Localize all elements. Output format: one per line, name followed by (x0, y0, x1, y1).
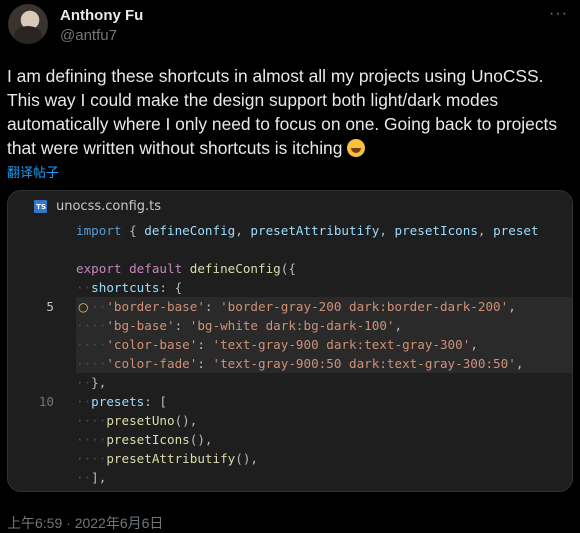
code-token: ···· (76, 413, 107, 428)
code-token: : (197, 337, 213, 352)
code-token: presetUno (106, 413, 175, 428)
code-line: ····'bg-base': 'bg-white dark:bg-dark-10… (8, 316, 572, 335)
code-line: ··}, (8, 373, 572, 392)
code-text: ····'bg-base': 'bg-white dark:bg-dark-10… (76, 316, 402, 335)
typescript-file-icon: TS (34, 200, 47, 213)
code-text: ··], (76, 468, 106, 487)
code-token: , (477, 223, 494, 238)
code-token: { (121, 223, 145, 238)
code-token: : (197, 356, 213, 371)
code-token: 'text-gray-900:50 dark:text-gray-300:50' (212, 356, 516, 371)
code-text: ··shortcuts: { (76, 278, 182, 297)
code-token: presets (91, 394, 145, 409)
code-token: 'bg-white dark:bg-dark-100' (189, 318, 395, 333)
code-line: ····'color-base': 'text-gray-900 dark:te… (8, 335, 572, 354)
code-line: ····'color-fade': 'text-gray-900:50 dark… (8, 354, 572, 373)
line-number: 5 (46, 299, 54, 314)
code-token: ···· (76, 337, 107, 352)
code-token: (), (174, 413, 198, 428)
code-token: , (508, 299, 516, 314)
code-text: import { defineConfig, presetAttributify… (76, 221, 539, 240)
code-token: defineConfig (144, 223, 236, 238)
code-token: 'border-gray-200 dark:border-dark-200' (220, 299, 509, 314)
line-number: 10 (38, 394, 54, 409)
code-token: 'color-fade' (106, 356, 198, 371)
code-token: ·· (76, 470, 92, 485)
code-token: ({ (280, 261, 296, 276)
code-line: ····presetAttributify(), (8, 449, 572, 468)
code-token: , (515, 356, 524, 371)
code-token: presetAttributify (250, 223, 380, 238)
code-token: import (76, 223, 122, 238)
code-line: import { defineConfig, presetAttributify… (8, 221, 572, 240)
code-text: ····presetAttributify(), (76, 449, 258, 468)
code-text: export default defineConfig({ (76, 259, 296, 278)
code-token: ···· (76, 432, 107, 447)
code-token: , (235, 223, 251, 238)
post-timestamp[interactable]: 上午6:59 · 2022年6月6日 (7, 513, 163, 533)
code-line: 5 ····'border-base': 'border-gray-200 dar… (8, 297, 572, 316)
code-token: , (394, 318, 403, 333)
code-token: presetAttributify (106, 451, 236, 466)
code-token: , (470, 337, 478, 352)
code-text: ··}, (76, 373, 106, 392)
code-token: shortcuts (91, 280, 160, 295)
code-token: ···· (76, 318, 107, 333)
code-token: ···· (76, 451, 107, 466)
translate-post-link[interactable]: 翻译帖子 (7, 162, 59, 181)
code-token: , (379, 223, 395, 238)
code-token: : (174, 318, 190, 333)
code-token: defineConfig (189, 261, 281, 276)
author-handle[interactable]: @antfu7 (60, 27, 117, 44)
code-text: ····'border-base': 'border-gray-200 dark… (76, 297, 516, 316)
more-options-icon[interactable]: ··· (549, 5, 568, 23)
lightbulb-icon[interactable]: ○ (78, 298, 88, 317)
code-text: ····presetUno(), (76, 411, 197, 430)
avatar[interactable] (8, 4, 48, 44)
code-token: preset (493, 223, 539, 238)
code-line: ····presetUno(), (8, 411, 572, 430)
author-name[interactable]: Anthony Fu (60, 7, 143, 24)
code-line: ··shortcuts: { (8, 278, 572, 297)
code-image-card[interactable]: TS unocss.config.ts import { defineConfi… (7, 190, 573, 492)
file-name: unocss.config.ts (56, 199, 162, 214)
code-token: : [ (144, 394, 167, 409)
code-token: 'text-gray-900 dark:text-gray-300' (212, 337, 471, 352)
code-token: ···· (76, 356, 107, 371)
code-line: export default defineConfig({ (8, 259, 572, 278)
tweet-body: I am defining these shortcuts in almost … (7, 66, 558, 158)
code-token: 'border-base' (106, 299, 205, 314)
code-token: 'color-base' (106, 337, 198, 352)
code-text: ··presets: [ (76, 392, 167, 411)
editor-tab-bar: TS unocss.config.ts (8, 191, 572, 221)
code-token: ·· (76, 394, 92, 409)
code-token: 'bg-base' (106, 318, 175, 333)
code-token: : (204, 299, 221, 314)
code-token: export (76, 261, 122, 276)
code-line: ··], (8, 468, 572, 487)
code-line: 10 ··presets: [ (8, 392, 572, 411)
rofl-emoji-icon (347, 139, 366, 157)
code-token: ·· (76, 375, 92, 390)
code-token: ], (91, 470, 107, 485)
code-token: ·· (76, 280, 92, 295)
code-token: presetIcons (106, 432, 190, 447)
tweet-text: I am defining these shortcuts in almost … (7, 64, 573, 160)
code-text: ····'color-base': 'text-gray-900 dark:te… (76, 335, 478, 354)
code-token: presetIcons (394, 223, 478, 238)
code-line: ····presetIcons(), (8, 430, 572, 449)
code-token: (), (189, 432, 213, 447)
code-token: }, (91, 375, 107, 390)
code-text: ····presetIcons(), (76, 430, 213, 449)
code-token: : { (159, 280, 183, 295)
code-text: ····'color-fade': 'text-gray-900:50 dark… (76, 354, 523, 373)
code-token: default (129, 261, 183, 276)
code-token: (), (235, 451, 258, 466)
